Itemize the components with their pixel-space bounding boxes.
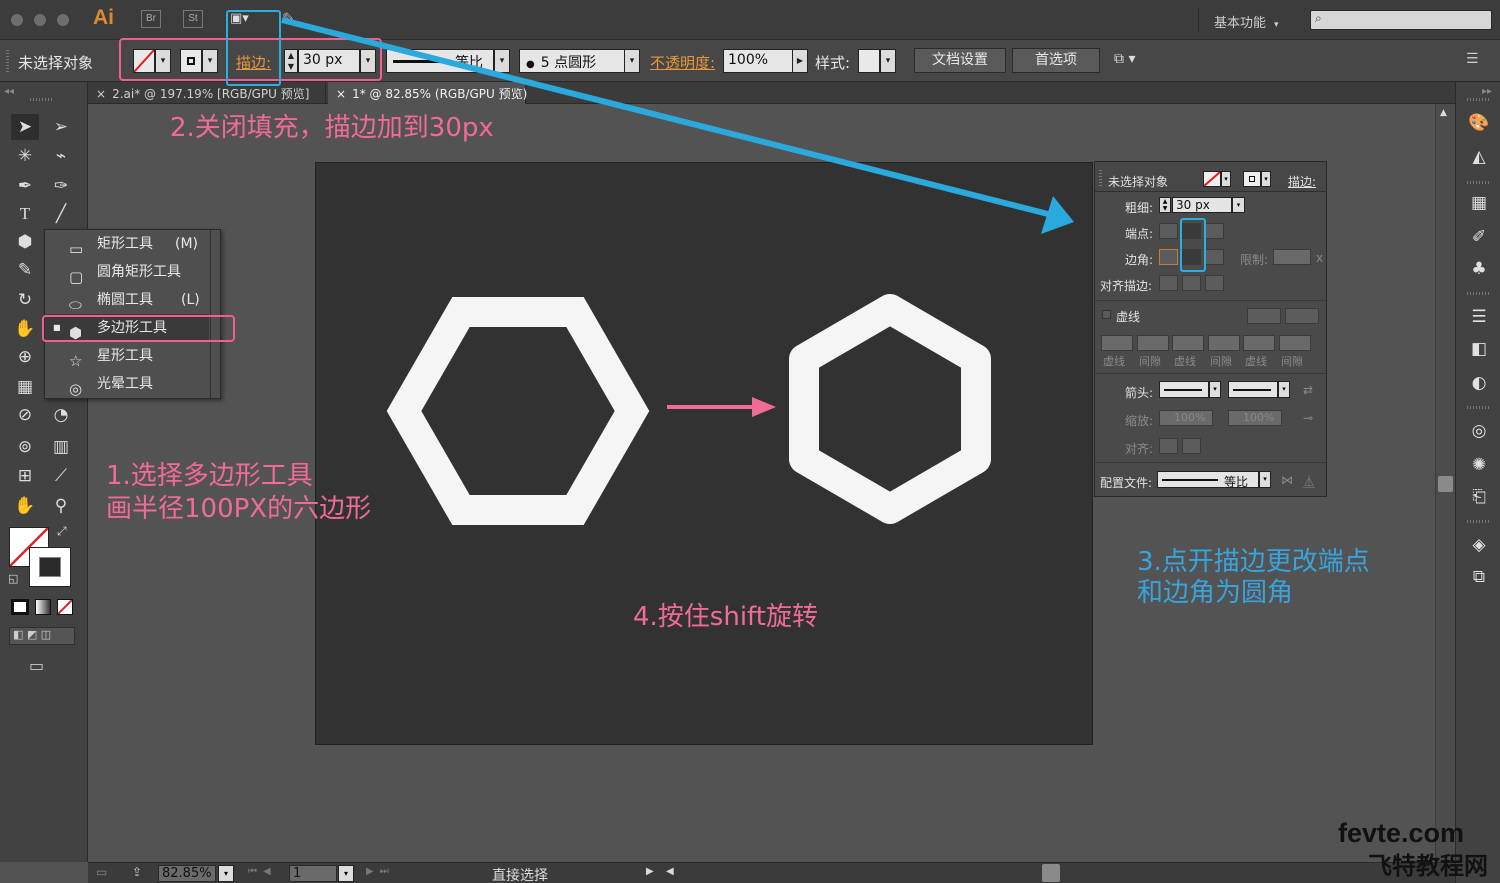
annotation-step-4: 4.按住shift旋转 xyxy=(633,602,818,632)
annotation-step-2: 2.关闭填充，描边加到30px xyxy=(170,113,494,143)
round-cap-join-highlight xyxy=(1180,218,1206,272)
annotation-step-1-line-2: 画半径100PX的六边形 xyxy=(106,494,372,524)
watermark-site-name: 飞特教程网 xyxy=(1368,852,1488,880)
annotation-step-3-line-1: 3.点开描边更改端点 xyxy=(1137,547,1370,577)
annotation-step-1-line-1: 1.选择多边形工具 xyxy=(106,461,313,491)
annotation-step-3-line-2: 和边角为圆角 xyxy=(1137,578,1294,608)
watermark-domain: fevte.com xyxy=(1338,818,1465,848)
illustrator-window: Ai Br St ▣▾ ✎ 基本功能 ▾ ⌕ 未选择对象 ▾ ▾ 描边: ▲ ▼ 3… xyxy=(0,0,1500,883)
